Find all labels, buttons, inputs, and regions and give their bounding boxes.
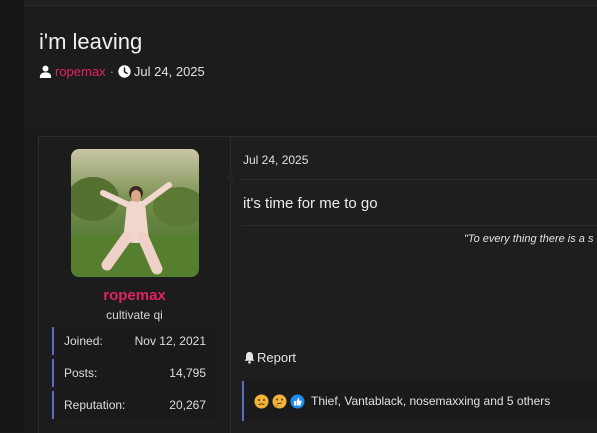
reactions-list[interactable]: Thief, Vantablack, nosemaxxing and 5 oth… — [311, 394, 550, 408]
stat-reputation: Reputation: 20,267 — [52, 391, 216, 419]
stat-value: 14,795 — [169, 366, 206, 380]
stat-label: Reputation: — [64, 398, 126, 412]
signature-divider — [241, 225, 597, 226]
post-body: it's time for me to go — [243, 195, 378, 212]
stat-value: 20,267 — [169, 398, 206, 412]
thread-date[interactable]: Jul 24, 2025 — [134, 64, 205, 79]
stat-value: Nov 12, 2021 — [134, 334, 206, 348]
bell-icon — [243, 351, 256, 364]
avatar[interactable] — [71, 149, 199, 277]
clock-icon — [118, 64, 131, 78]
signature-quote: "To every thing there is a s — [464, 233, 594, 245]
stat-joined: Joined: Nov 12, 2021 — [52, 327, 216, 355]
post-main: Jul 24, 2025 it's time for me to go "To … — [231, 137, 597, 433]
report-link[interactable]: Report — [243, 350, 296, 365]
post: ropemax cultivate qi Joined: Nov 12, 202… — [38, 136, 597, 433]
post-user-cell: ropemax cultivate qi Joined: Nov 12, 202… — [39, 137, 231, 433]
report-label: Report — [257, 350, 297, 365]
stat-label: Joined: — [64, 334, 103, 348]
left-gutter — [0, 0, 24, 432]
meta-separator: · — [109, 63, 114, 79]
reactions-bar[interactable]: Thief, Vantablack, nosemaxxing and 5 oth… — [242, 381, 597, 421]
frowning-face-icon — [254, 394, 269, 409]
stat-posts: Posts: 14,795 — [52, 359, 216, 387]
thread-author-link[interactable]: ropemax — [55, 64, 106, 79]
thinking-face-icon — [272, 394, 287, 409]
stat-label: Posts: — [64, 366, 98, 380]
divider — [241, 179, 597, 180]
thread-meta: ropemax · Jul 24, 2025 — [39, 63, 205, 79]
thumbs-up-icon — [290, 394, 305, 409]
thread-title: i'm leaving — [39, 29, 143, 54]
user-title: cultivate qi — [106, 308, 163, 322]
post-date-link[interactable]: Jul 24, 2025 — [243, 153, 308, 167]
post-username[interactable]: ropemax — [39, 287, 230, 304]
user-icon — [39, 65, 52, 78]
